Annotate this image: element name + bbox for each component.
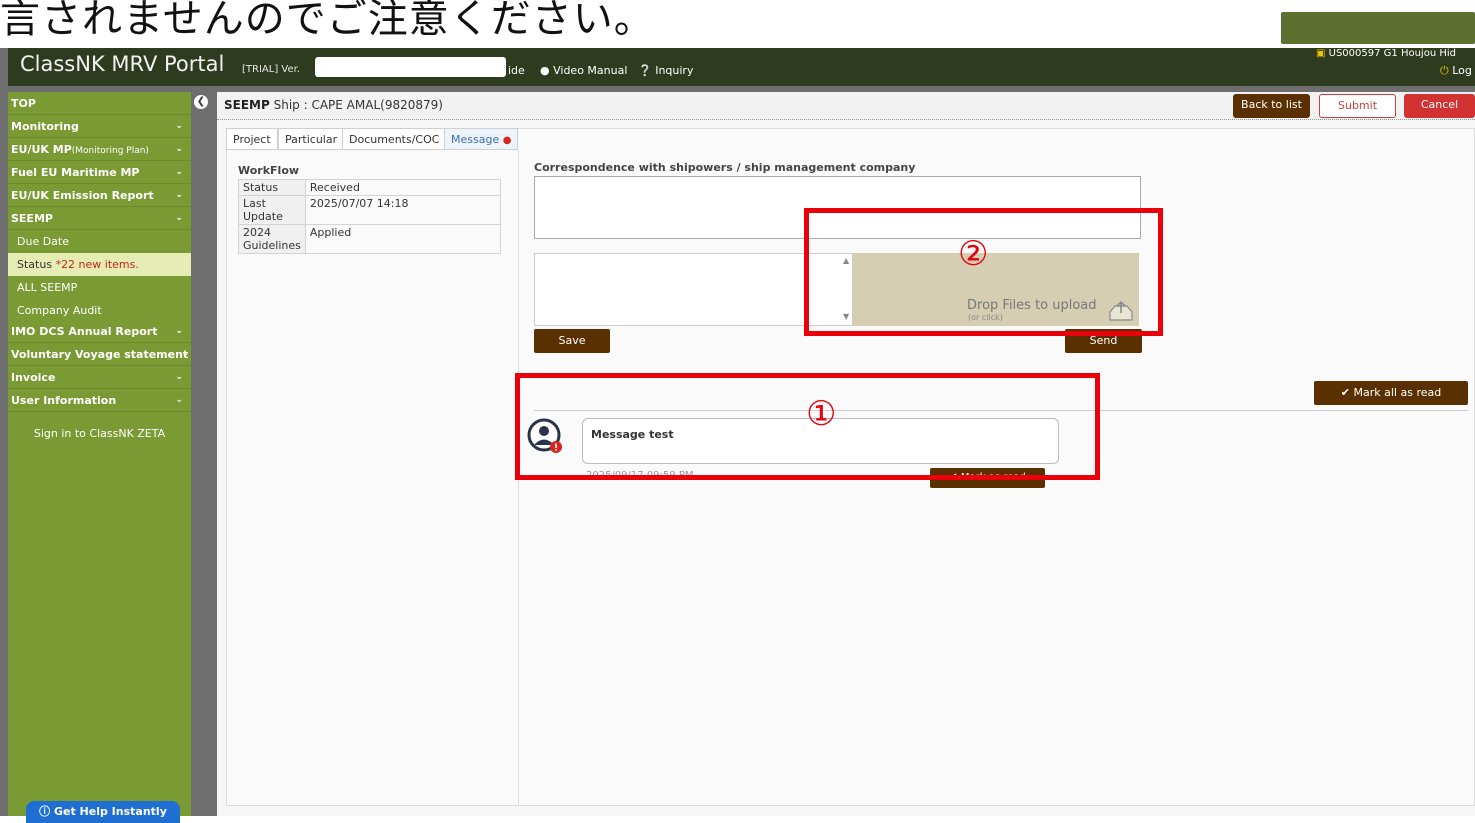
sidebar-item-label: EU/UK MP [11,143,72,156]
sidebar-item-monitoring[interactable]: Monitoring ⌄ [8,115,191,138]
sidebar-item-imo-dcs[interactable]: IMO DCS Annual Report ⌄ [8,320,191,343]
sidebar-subitem-company-audit[interactable]: Company Audit [8,299,191,322]
user-id-text: US000597 G1 Houjou Hid [1328,48,1456,59]
sidebar-item-label: TOP [11,97,36,110]
sidebar-item-user-information[interactable]: User Information ⌄ [8,389,191,412]
table-cell-key: 2024 Guidelines [238,224,306,254]
power-icon: ⏻ [1440,64,1449,77]
get-help-button[interactable]: ⓘ Get Help Instantly [26,801,180,823]
sidebar: ❮ TOP Monitoring ⌄ EU/UK MP(Monitoring Pl… [8,92,208,823]
correspondence-label: Correspondence with shipowers / ship man… [534,161,916,174]
zeta-signin-link[interactable]: Sign in to ClassNK ZETA [8,427,191,440]
chevron-down-icon: ⌄ [175,326,183,336]
app-title[interactable]: ClassNK MRV Portal [20,52,224,76]
tab-documents-coc[interactable]: Documents/COC [342,128,447,150]
check-icon: ✔ [1340,386,1350,399]
table-cell-key: Last Update [238,195,306,225]
get-help-label: Get Help Instantly [53,805,167,818]
logout-label: Log [1452,64,1472,77]
question-icon: ❔ [638,64,652,77]
chevron-down-icon: ⌄ [175,167,183,177]
sidebar-item-top[interactable]: TOP [8,92,191,115]
table-cell-value: Applied [304,224,502,254]
sidebar-subitem-label: Status [17,258,53,271]
trial-version-label: [TRIAL] Ver. [242,64,300,75]
sidebar-item-label: Monitoring [11,120,79,133]
sidebar-collapse-icon[interactable]: ❮ [194,95,208,109]
sidebar-subitem-label: ALL SEEMP [17,281,78,294]
sidebar-item-seemp[interactable]: SEEMP ⌄ [8,207,191,230]
sidebar-item-eu-uk-mp[interactable]: EU/UK MP(Monitoring Plan) ⌄ [8,138,191,161]
sidebar-item-emission-report[interactable]: EU/UK Emission Report ⌄ [8,184,191,207]
sidebar-item-label: Invoice [11,371,56,384]
table-cell-value: 2025/07/07 14:18 [304,195,502,225]
sidebar-subitem-all-seemp[interactable]: ALL SEEMP [8,276,191,299]
tab-project[interactable]: Project [226,128,278,150]
submit-button[interactable]: Submit [1319,94,1396,118]
table-row: 2024 Guidelines Applied [238,224,502,254]
new-items-badge: *22 new items. [55,258,139,271]
sidebar-item-label: IMO DCS Annual Report [11,325,158,338]
redacted-area [315,57,506,77]
user-icon: ▣ [1316,48,1326,59]
sidebar-subitem-due-date[interactable]: Due Date [8,230,191,253]
sidebar-item-fuel-eu[interactable]: Fuel EU Maritime MP ⌄ [8,161,191,184]
play-circle-icon: ● [540,64,550,77]
chevron-down-icon: ⌄ [175,121,183,131]
mark-all-read-label: Mark all as read [1353,386,1442,399]
sidebar-item-label: Fuel EU Maritime MP [11,166,140,179]
inquiry-link[interactable]: ❔ Inquiry [638,64,693,77]
mark-all-read-button[interactable]: ✔ Mark all as read [1314,381,1468,405]
top-navbar [8,48,1475,86]
chat-bubble-icon: ● [502,135,512,146]
tab-message-label: Message [451,133,500,146]
user-id[interactable]: ▣ US000597 G1 Houjou Hid [1316,48,1456,59]
inquiry-label: Inquiry [655,64,694,77]
annotation-number-1: ① [806,394,837,434]
sidebar-subitem-label: Company Audit [17,304,102,317]
chevron-down-icon: ⌄ [175,395,183,405]
logout-link[interactable]: ⏻ Log [1440,64,1472,78]
sidebar-subitem-status[interactable]: Status *22 new items. [8,253,191,276]
table-row: Last Update 2025/07/07 14:18 [238,195,502,225]
sidebar-item-label: User Information [11,394,117,407]
cancel-button[interactable]: Cancel [1404,94,1475,118]
chevron-down-icon: ⌄ [181,349,189,359]
video-manual-link[interactable]: ● Video Manual [540,64,627,77]
chevron-down-icon: ⌄ [175,144,183,154]
sidebar-item-sublabel: (Monitoring Plan) [71,146,149,156]
tab-particular[interactable]: Particular [278,128,345,150]
sidebar-item-label: SEEMP [11,212,53,225]
guide-link[interactable]: ide [508,64,525,77]
banner-decoration [1281,12,1475,44]
chevron-down-icon: ⌄ [175,213,183,223]
video-manual-label: Video Manual [553,64,628,77]
table-row: Status Received [238,179,502,196]
sidebar-item-label: Voluntary Voyage statement [11,348,189,361]
table-cell-key: Status [238,179,306,196]
sidebar-subitem-label: Due Date [17,235,69,248]
table-cell-value: Received [304,179,502,196]
back-to-list-button[interactable]: Back to list [1233,94,1310,118]
page-title: SEEMP Ship : CAPE AMAL(9820879) [224,98,443,112]
chevron-down-icon: ⌄ [175,190,183,200]
chevron-down-icon: ⌄ [175,372,183,382]
sidebar-item-invoice[interactable]: Invoice ⌄ [8,366,191,389]
workflow-table: Status Received Last Update 2025/07/07 14:… [238,179,502,254]
banner-text: 言されませんのでご注意ください。 [0,0,655,42]
sidebar-item-voluntary-voyage[interactable]: Voluntary Voyage statement ⌄ [8,343,191,366]
section-label: SEEMP [224,98,270,112]
help-icon: ⓘ [39,805,51,818]
workflow-title: WorkFlow [238,164,300,177]
save-button[interactable]: Save [534,329,610,353]
ship-label: Ship : CAPE AMAL(9820879) [273,98,443,112]
annotation-number-2: ② [958,234,989,274]
sidebar-item-label: EU/UK Emission Report [11,189,154,202]
tab-message[interactable]: Message ● [444,128,519,150]
